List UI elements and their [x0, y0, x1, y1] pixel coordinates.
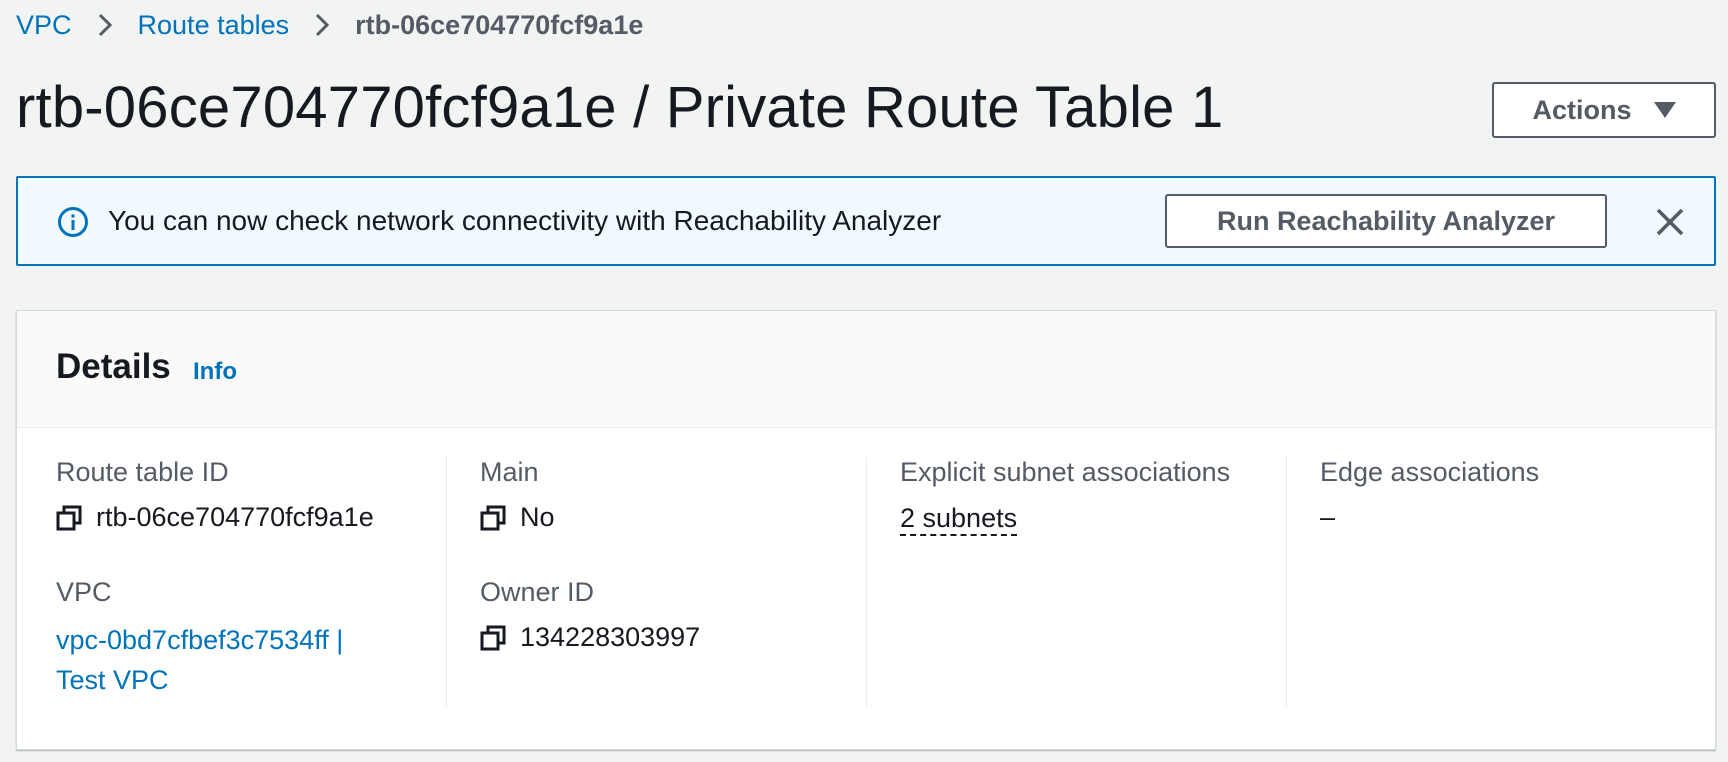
- copy-icon[interactable]: [56, 505, 82, 531]
- details-column-4: Edge associations –: [1286, 457, 1706, 707]
- owner-id-value: 134228303997: [520, 622, 701, 652]
- vpc-label: VPC: [56, 577, 112, 607]
- route-table-id-value: rtb-06ce704770fcf9a1e: [96, 502, 374, 532]
- breadcrumb-current: rtb-06ce704770fcf9a1e: [355, 9, 644, 40]
- details-column-3: Explicit subnet associations 2 subnets: [866, 457, 1286, 707]
- vpc-value: vpc-0bd7cfbef3c7534ff | Test VPC: [56, 620, 343, 700]
- chevron-right-icon: [98, 13, 112, 37]
- route-table-id-value-row: rtb-06ce704770fcf9a1e: [56, 502, 374, 533]
- details-column-2: Main No Owner ID 134228303997: [446, 457, 866, 707]
- edge-associations-value: –: [1320, 502, 1336, 532]
- reachability-banner: You can now check network connectivity w…: [16, 176, 1716, 266]
- vpc-link[interactable]: vpc-0bd7cfbef3c7534ff | Test VPC: [56, 620, 343, 700]
- main-field: Main No: [480, 457, 555, 533]
- main-label: Main: [480, 457, 539, 487]
- chevron-right-icon: [315, 13, 330, 37]
- explicit-subnet-associations-field: Explicit subnet associations 2 subnets: [900, 457, 1230, 536]
- explicit-subnet-associations-label: Explicit subnet associations: [900, 457, 1231, 487]
- edge-associations-value-row: –: [1320, 502, 1539, 533]
- owner-id-value-row: 134228303997: [480, 622, 700, 653]
- explicit-subnet-associations-value[interactable]: 2 subnets: [900, 502, 1018, 536]
- actions-button[interactable]: Actions: [1492, 82, 1716, 138]
- details-column-1: Route table ID rtb-06ce704770fcf9a1e VPC…: [56, 457, 436, 707]
- vpc-link-line2: Test VPC: [56, 665, 169, 695]
- close-icon[interactable]: [1655, 207, 1685, 237]
- vpc-link-line1: vpc-0bd7cfbef3c7534ff |: [56, 625, 344, 655]
- route-table-id-field: Route table ID rtb-06ce704770fcf9a1e: [56, 457, 374, 533]
- main-value: No: [520, 502, 555, 532]
- edge-associations-field: Edge associations –: [1320, 457, 1539, 533]
- vpc-field: VPC vpc-0bd7cfbef3c7534ff | Test VPC: [56, 577, 343, 700]
- copy-icon[interactable]: [480, 505, 506, 531]
- details-title: Details: [56, 347, 171, 386]
- banner-message: You can now check network connectivity w…: [108, 205, 942, 236]
- page-title: rtb-06ce704770fcf9a1e / Private Route Ta…: [16, 75, 1224, 140]
- run-reachability-analyzer-button[interactable]: Run Reachability Analyzer: [1165, 194, 1607, 248]
- explicit-subnet-associations-value-row: 2 subnets: [900, 502, 1230, 536]
- actions-button-label: Actions: [1532, 94, 1632, 125]
- edge-associations-label: Edge associations: [1320, 457, 1540, 487]
- route-table-id-label: Route table ID: [56, 457, 229, 487]
- details-panel: Details Info Route table ID rtb-06ce7047…: [16, 310, 1716, 750]
- details-header: Details Info: [17, 311, 1715, 428]
- main-value-row: No: [480, 502, 555, 533]
- info-icon: [58, 207, 88, 237]
- copy-icon[interactable]: [480, 625, 506, 651]
- info-link[interactable]: Info: [193, 358, 237, 386]
- owner-id-label: Owner ID: [480, 577, 595, 607]
- breadcrumb: VPC Route tables rtb-06ce704770fcf9a1e: [16, 6, 643, 44]
- breadcrumb-link-route-tables[interactable]: Route tables: [138, 10, 290, 41]
- breadcrumb-link-vpc[interactable]: VPC: [16, 10, 72, 41]
- caret-down-icon: [1653, 102, 1676, 118]
- owner-id-field: Owner ID 134228303997: [480, 577, 700, 653]
